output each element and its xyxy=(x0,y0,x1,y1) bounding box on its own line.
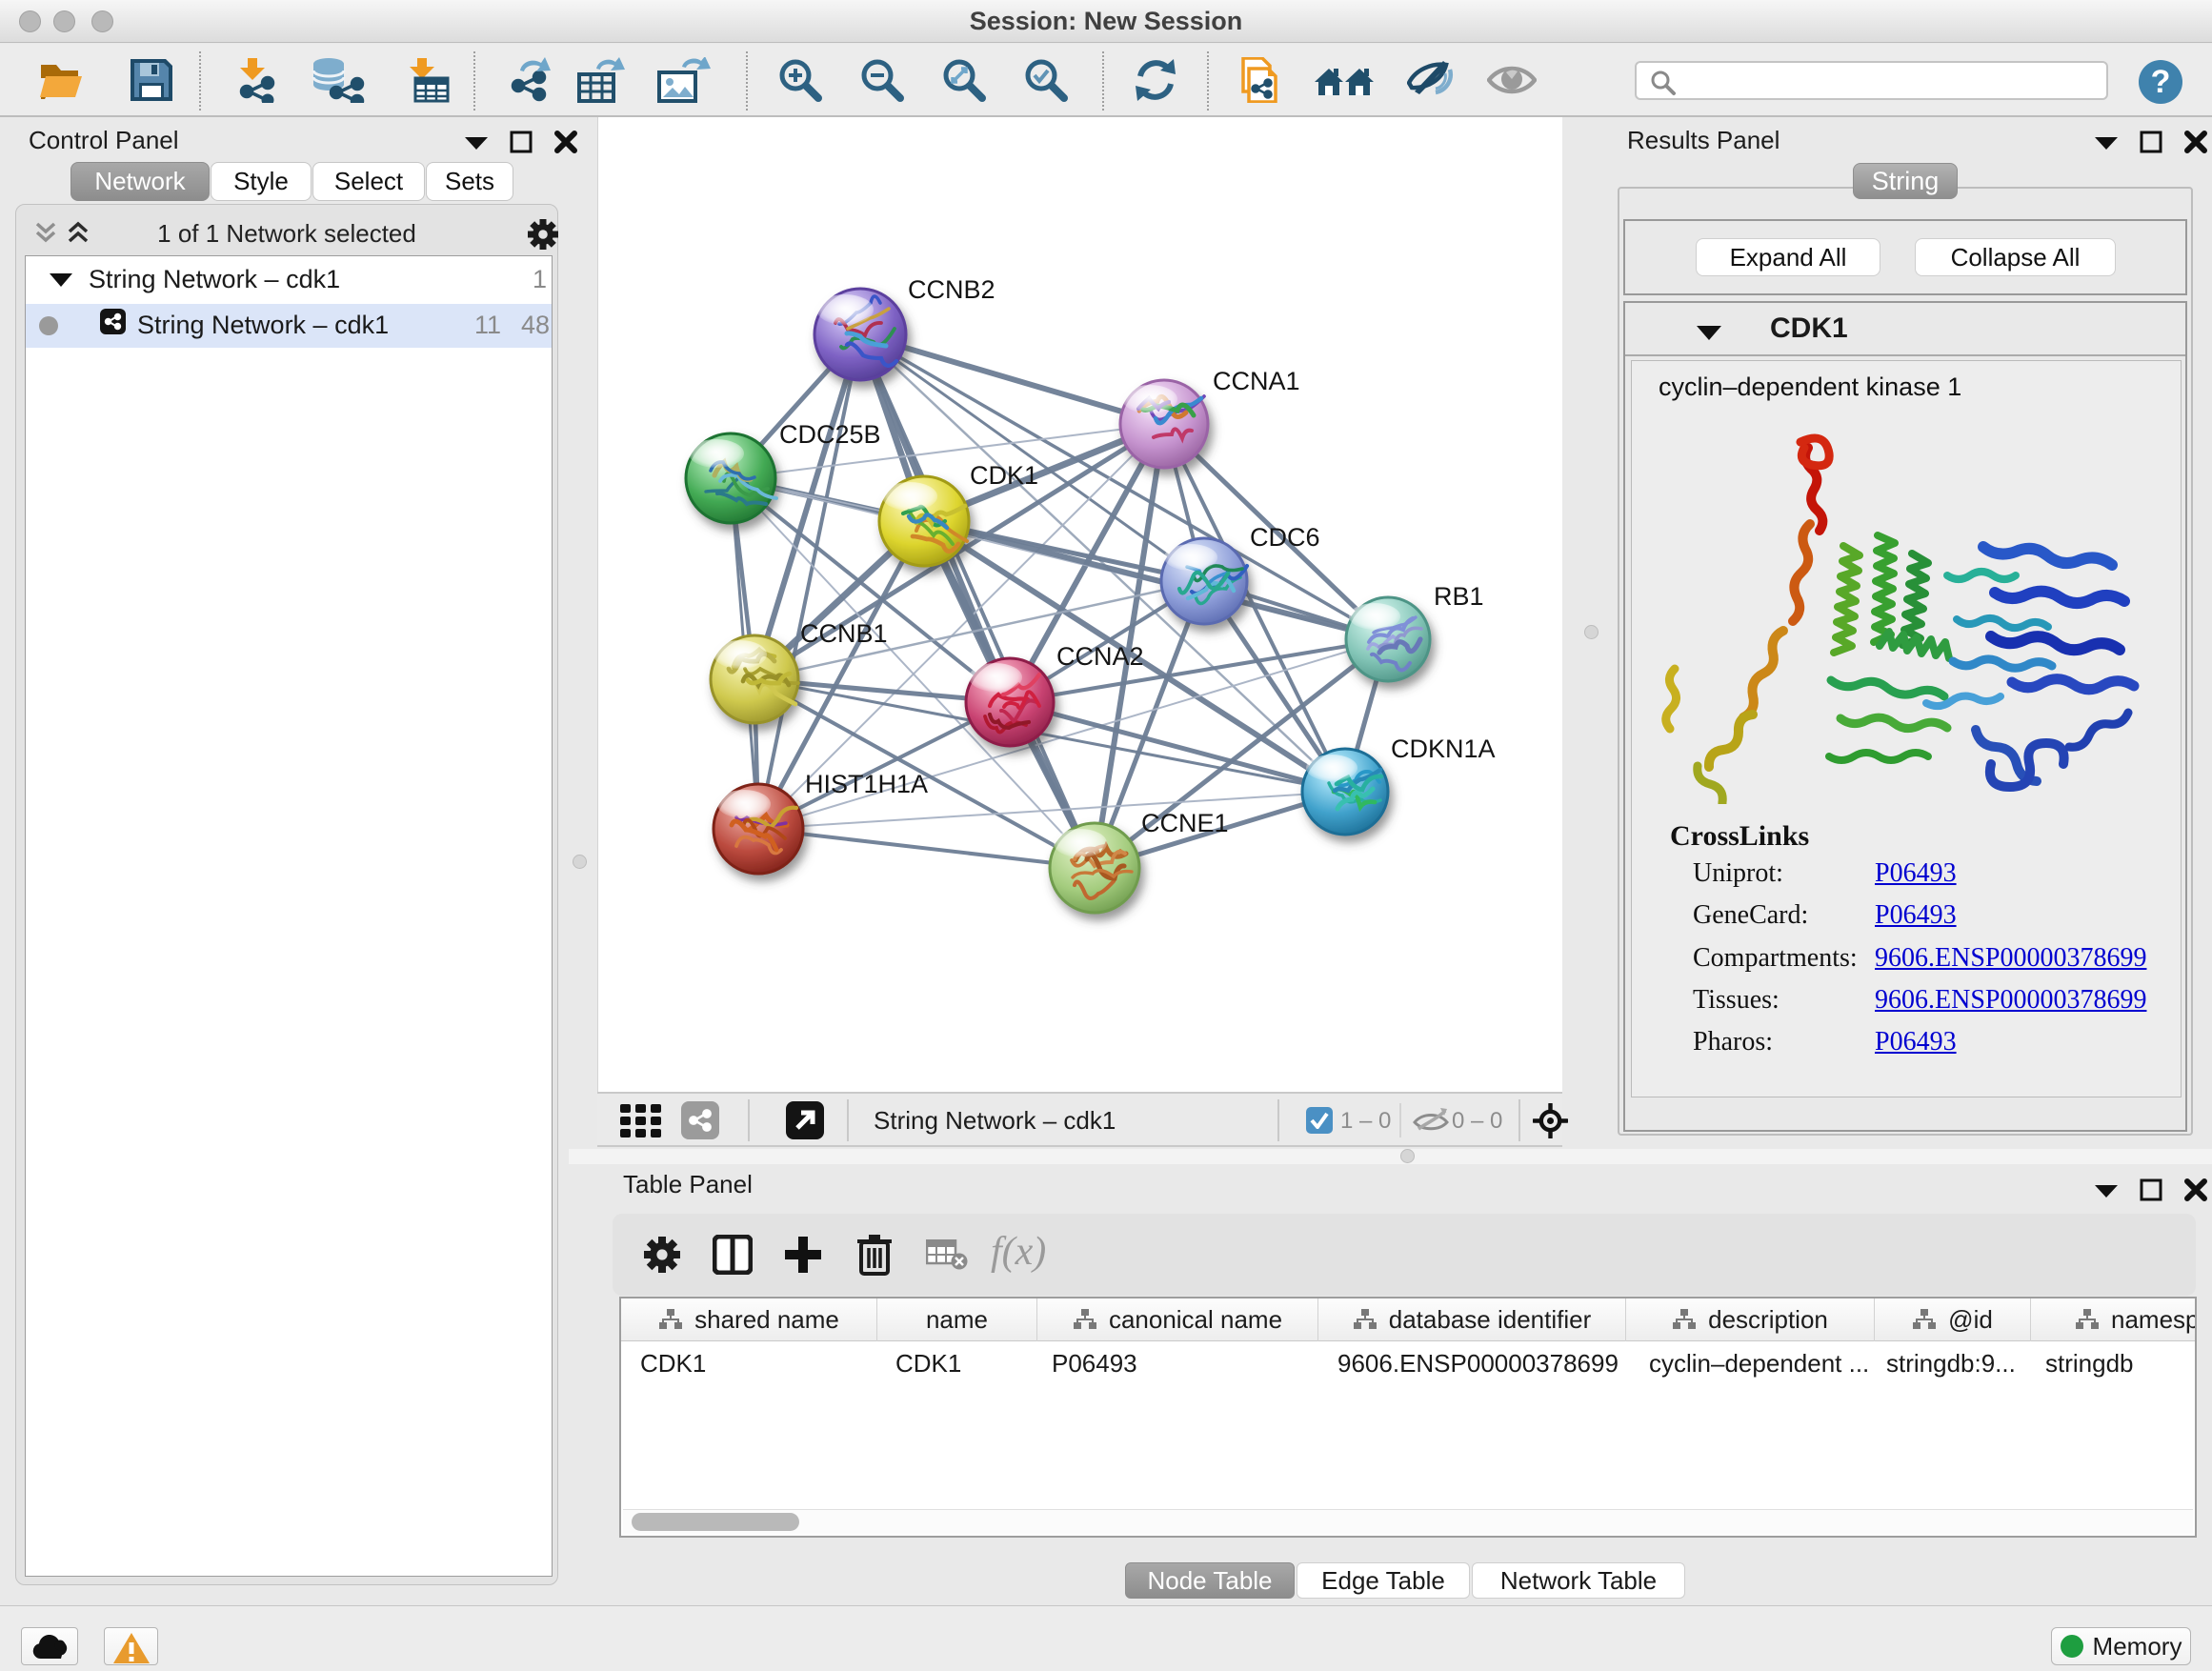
svg-text:CCNA2: CCNA2 xyxy=(1056,642,1144,671)
svg-text:CCNE1: CCNE1 xyxy=(1141,809,1229,837)
svg-text:?: ? xyxy=(2151,64,2171,100)
svg-text:CDKN1A: CDKN1A xyxy=(1391,735,1496,763)
svg-text:CCNB2: CCNB2 xyxy=(908,275,995,304)
svg-text:RB1: RB1 xyxy=(1434,582,1484,611)
svg-text:CDK1: CDK1 xyxy=(970,461,1038,490)
svg-text:CCNB1: CCNB1 xyxy=(800,619,888,648)
svg-text:HIST1H1A: HIST1H1A xyxy=(805,770,928,798)
svg-text:CDC25B: CDC25B xyxy=(779,420,881,449)
svg-text:CCNA1: CCNA1 xyxy=(1213,367,1300,395)
svg-text:CDC6: CDC6 xyxy=(1250,523,1320,552)
